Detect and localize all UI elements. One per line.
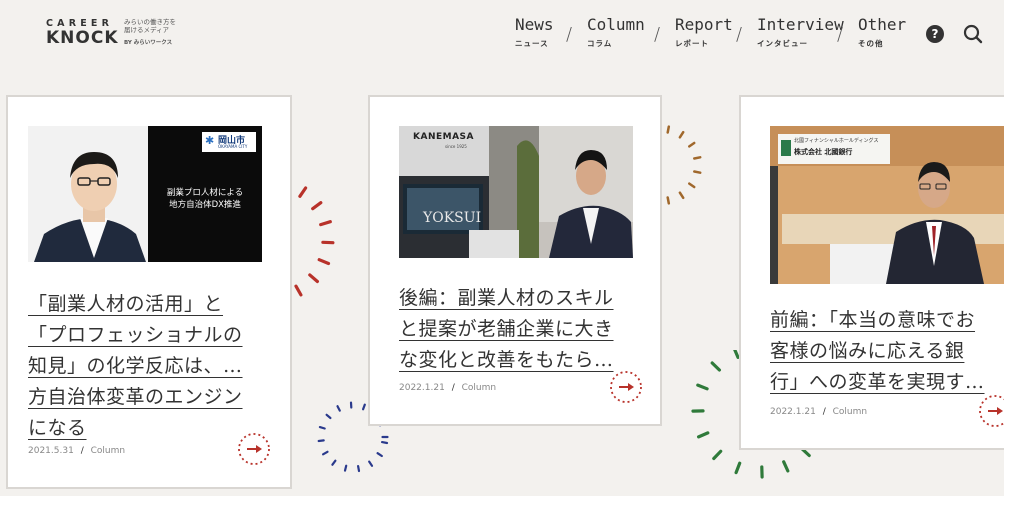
hokkoku-sign: 北國フィナンシャルホールディングス 株式会社 北國銀行 [778, 134, 890, 164]
article-thumbnail[interactable]: KANEMASA since 1925 YOKSUI [399, 126, 633, 258]
nav-column-label: Column [587, 15, 645, 34]
article-thumbnail[interactable]: 北國フィナンシャルホールディングス 株式会社 北國銀行 [770, 126, 1004, 284]
article-date: 2022.1.21 [399, 383, 445, 393]
image-black-panel: 岡山市 OKAYAMA CITY ✱ 副業プロ人材による 地方自治体DX推進 [148, 126, 262, 262]
image-caption-2: 地方自治体DX推進 [169, 200, 241, 210]
article-category[interactable]: Column [833, 407, 867, 417]
article-title[interactable]: 後編：副業人材のスキル と提案が老舗企業に大き な変化と改善をもたら… [399, 283, 645, 379]
title-line: 知見」の化学反応は、… [28, 355, 243, 377]
portrait-photo [28, 126, 148, 262]
title-line: 方自治体変革のエンジン [28, 386, 243, 408]
kanemasa-sub: since 1925 [445, 144, 467, 149]
nav-news-label: News [515, 15, 554, 34]
nav-other-label: Other [858, 15, 907, 34]
snowflake-icon: ✱ [205, 134, 215, 147]
article-title[interactable]: 「副業人材の活用」と 「プロフェッショナルの 知見」の化学反応は、… 方自治体変… [28, 289, 274, 449]
nav-separator: / [736, 24, 743, 45]
read-more-arrow-icon[interactable] [977, 393, 1004, 429]
search-button[interactable] [963, 24, 983, 44]
article-date: 2022.1.21 [770, 407, 816, 417]
read-more-arrow-icon[interactable] [236, 431, 272, 467]
article-category[interactable]: Column [91, 446, 125, 456]
logo-tagline-1: みらいの働き方を [124, 18, 176, 26]
nav-report-sub: レポート [675, 39, 709, 48]
office-photo [399, 126, 633, 258]
okayama-badge-sub: OKAYAMA CITY [218, 144, 248, 149]
title-line: 「プロフェッショナルの [28, 324, 243, 346]
hokkoku-sign-line2: 株式会社 北國銀行 [794, 148, 853, 156]
nav-column[interactable]: Column コラム [587, 16, 645, 50]
nav-report[interactable]: Report レポート [675, 16, 733, 50]
nav-column-sub: コラム [587, 39, 613, 48]
article-card[interactable]: 岡山市 OKAYAMA CITY ✱ 副業プロ人材による 地方自治体DX推進 「… [6, 95, 292, 489]
meta-separator: / [80, 446, 84, 456]
logo-knock-text: KNOCK [46, 28, 119, 48]
nav-news-sub: ニュース [515, 39, 549, 48]
hokkoku-sign-line1: 北國フィナンシャルホールディングス [794, 138, 879, 144]
search-icon [963, 24, 983, 44]
nav-report-label: Report [675, 15, 733, 34]
okayama-badge: 岡山市 OKAYAMA CITY ✱ [202, 132, 256, 152]
nav-other[interactable]: Other その他 [858, 16, 906, 50]
read-more-arrow-icon[interactable] [608, 369, 644, 405]
help-button[interactable]: ? [926, 25, 944, 43]
nav-interview[interactable]: Interview インタビュー [757, 16, 844, 50]
nav-news[interactable]: News ニュース [515, 16, 554, 50]
nav-separator: / [566, 24, 573, 45]
title-line: 後編：副業人材のスキル [399, 287, 614, 309]
article-title[interactable]: 前編：「本当の意味でお 客様の悩みに応える銀 行」への変革を実現す… [770, 305, 1004, 401]
meta-separator: / [822, 407, 826, 417]
article-thumbnail[interactable]: 岡山市 OKAYAMA CITY ✱ 副業プロ人材による 地方自治体DX推進 [28, 126, 262, 262]
question-circle-icon: ? [931, 27, 939, 41]
article-meta: 2022.1.21 / Column [770, 407, 867, 417]
meta-separator: / [451, 383, 455, 393]
article-card[interactable]: KANEMASA since 1925 YOKSUI 後編：副業人材のスキル と… [368, 95, 662, 426]
logo-tagline-2: 届けるメディア [124, 26, 170, 34]
title-line: 行」への変革を実現す… [770, 371, 985, 393]
nav-other-sub: その他 [858, 39, 884, 48]
nav-separator: / [654, 24, 661, 45]
article-card[interactable]: 北國フィナンシャルホールディングス 株式会社 北國銀行 前編：「本当の意味でお … [739, 95, 1004, 450]
title-line: と提案が老舗企業に大き [399, 318, 614, 340]
title-line: 前編：「本当の意味でお [770, 309, 976, 331]
kanemasa-brand: KANEMASA [413, 132, 474, 142]
page-stage: CAREER KNOCK みらいの働き方を 届けるメディア BY みらいワークス… [0, 0, 1004, 506]
nav-interview-label: Interview [757, 15, 844, 34]
nav-separator: / [837, 24, 844, 45]
hokkoku-logo-icon [781, 140, 791, 156]
title-line: 「副業人材の活用」と [28, 293, 224, 315]
title-line: 客様の悩みに応える銀 [770, 340, 965, 362]
article-date: 2021.5.31 [28, 446, 74, 456]
site-logo[interactable]: CAREER KNOCK みらいの働き方を 届けるメディア BY みらいワークス [46, 18, 206, 48]
nav-interview-sub: インタビュー [757, 39, 808, 48]
logo-by: BY みらいワークス [124, 40, 173, 46]
article-meta: 2021.5.31 / Column [28, 446, 125, 456]
article-meta: 2022.1.21 / Column [399, 383, 496, 393]
image-caption-1: 副業プロ人材による [166, 188, 244, 198]
article-category[interactable]: Column [462, 383, 496, 393]
screen-text: YOKSUI [423, 210, 482, 226]
